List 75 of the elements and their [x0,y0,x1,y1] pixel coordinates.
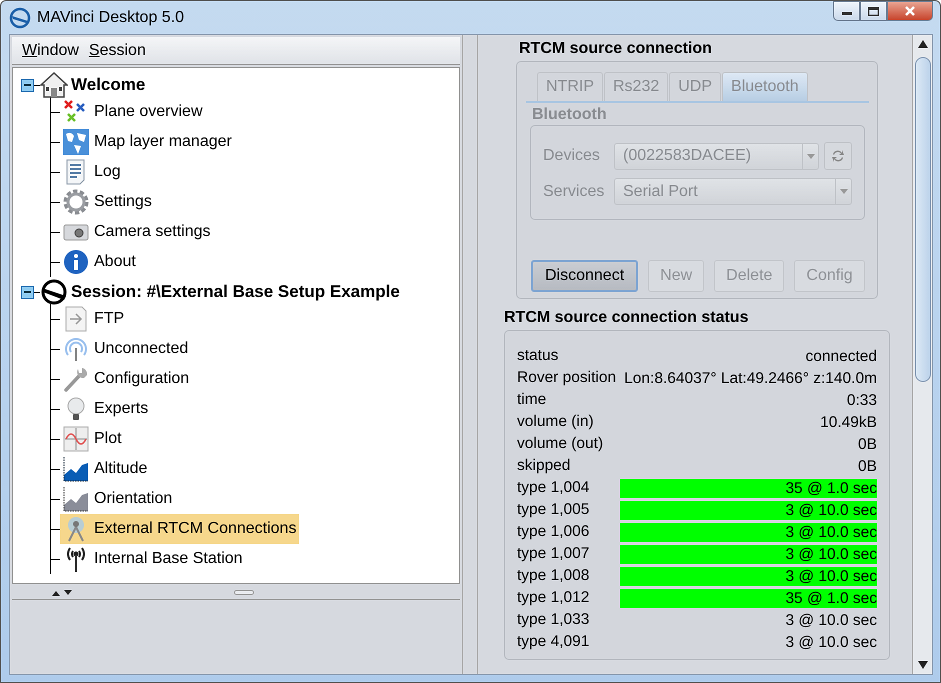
house-icon [40,71,68,99]
status-value: 3 @ 10.0 sec [620,522,877,542]
caret-icon [840,189,848,194]
status-label: type 1,033 [517,610,590,630]
tree-item[interactable]: Map layer manager [60,127,235,157]
status-label: type 1,012 [517,588,590,608]
status-label: status [517,346,560,366]
status-label: Rover position [517,368,618,388]
status-value: 10.49kB [819,412,877,432]
tree-item[interactable]: Camera settings [60,217,214,247]
status-value: 3 @ 10.0 sec [784,632,877,652]
status-label: type 1,007 [517,544,590,564]
tree-item[interactable]: About [60,247,139,277]
status-label: time [517,390,548,410]
status-label: type 1,004 [517,478,590,498]
area-chart-icon [62,455,90,483]
wave-chart-icon [62,425,90,453]
section-title: RTCM source connection status [504,308,750,328]
status-label: volume (out) [517,434,604,454]
tree-item[interactable]: Orientation [60,484,176,514]
window-title: MAVinci Desktop 5.0 [37,8,184,28]
status-value: Lon:8.64037° Lat:49.2466° z:140.0m [623,368,877,388]
collapse-arrows-icon[interactable] [52,590,72,596]
expander-icon[interactable] [21,286,34,298]
status-label: type 1,005 [517,500,590,520]
scroll-thumb[interactable] [914,57,930,382]
status-value: 3 @ 10.0 sec [620,544,877,564]
info-icon [62,248,90,276]
menu-item[interactable]: Window [22,38,79,62]
status-value: 0:33 [846,390,877,410]
tree-item[interactable]: Internal Base Station [60,544,246,574]
status-label: type 1,008 [517,566,590,586]
caret-icon [806,154,814,158]
gear-icon [62,188,90,216]
wrench-icon [62,365,90,393]
tree-item[interactable]: External RTCM Connections [60,514,300,544]
tree-item[interactable]: Log [60,157,124,187]
area-chart-icon [62,485,90,513]
status-label: skipped [517,456,572,476]
status-label: type 1,006 [517,522,590,542]
status-label: type 4,091 [517,632,590,652]
status-value: 35 @ 1.0 sec [620,478,877,498]
close-icon [904,5,916,17]
field-label: Devices [543,146,601,166]
tree-item[interactable]: Settings [60,187,155,217]
tree-item[interactable]: Configuration [60,364,192,394]
tree-item[interactable]: FTP [60,304,128,334]
tree-item[interactable]: Unconnected [60,334,192,364]
status-value: 3 @ 10.0 sec [620,500,877,520]
section-title: RTCM source connection [519,39,713,59]
status-value: 0B [857,434,877,454]
close-button[interactable] [887,1,933,21]
tree-item[interactable]: Plane overview [60,97,206,127]
refresh-icon [831,148,845,164]
tree-item[interactable]: Plot [60,424,125,454]
tree-item[interactable]: Experts [60,394,152,424]
status-value: 0B [857,456,877,476]
scrollbar[interactable] [912,35,932,674]
signal-waves-icon [62,335,90,363]
status-value: 3 @ 10.0 sec [784,610,877,630]
maximize-icon [868,6,879,16]
status-value: 35 @ 1.0 sec [620,588,877,608]
expander-icon[interactable] [21,78,34,92]
tree-item[interactable]: Altitude [60,454,150,484]
maximize-button[interactable] [860,1,887,21]
panel-title: Bluetooth [532,105,608,125]
status-value: 3 @ 10.0 sec [620,566,877,586]
status-label: volume (in) [517,412,595,432]
splitter-handle-icon[interactable] [234,590,254,595]
minimize-button[interactable] [833,1,860,21]
field-label: Services [543,182,606,202]
status-value: connected [804,346,877,366]
menu-item[interactable]: Session [88,38,146,62]
tree-node[interactable]: Welcome [71,72,146,98]
tree-node[interactable]: Session: #\External Base Setup Example [71,279,400,305]
